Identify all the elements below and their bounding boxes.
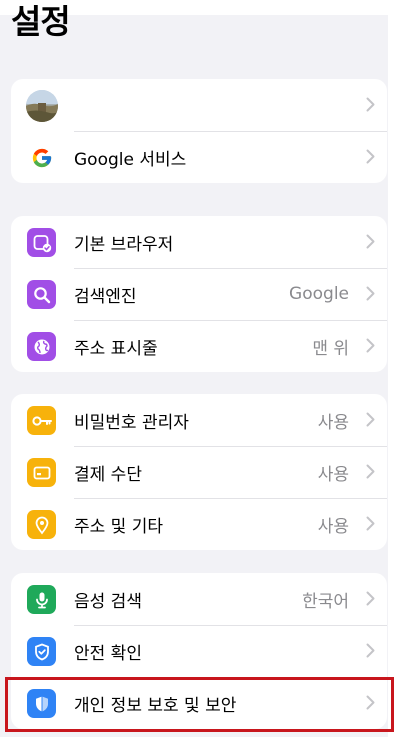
default-browser-icon — [27, 228, 56, 257]
page-title: 설정 — [11, 2, 71, 41]
voice-search-value: 한국어 — [302, 591, 349, 612]
privacy-security-label: 개인 정보 보호 및 보안 — [74, 695, 237, 716]
safety-check-label: 안전 확인 — [74, 643, 142, 664]
microphone-icon — [27, 585, 56, 614]
privacy-shield-icon — [27, 689, 56, 718]
chevron-right-icon — [366, 516, 375, 531]
credit-card-icon — [27, 458, 56, 487]
password-manager-label: 비밀번호 관리자 — [74, 412, 189, 433]
password-manager-row[interactable]: 비밀번호 관리자 사용 — [11, 394, 387, 446]
addresses-label: 주소 및 기타 — [74, 516, 164, 537]
search-engine-row[interactable]: 검색엔진 Google — [11, 268, 387, 320]
address-bar-value: 맨 위 — [312, 338, 349, 359]
search-engine-label: 검색엔진 — [74, 286, 137, 307]
safety-check-row[interactable]: 안전 확인 — [11, 625, 387, 677]
payment-methods-row[interactable]: 결제 수단 사용 — [11, 446, 387, 498]
payment-methods-label: 결제 수단 — [74, 464, 142, 485]
addresses-value: 사용 — [317, 516, 349, 537]
password-manager-value: 사용 — [317, 412, 349, 433]
location-pin-icon — [27, 510, 56, 539]
chevron-right-icon — [366, 286, 375, 301]
avatar — [26, 90, 58, 122]
shield-check-icon — [27, 637, 56, 666]
chevron-right-icon — [366, 338, 375, 353]
autofill-group: 비밀번호 관리자 사용 결제 수단 사용 주소 및 기타 사용 — [11, 394, 387, 550]
voice-search-label: 음성 검색 — [74, 591, 142, 612]
search-icon — [27, 280, 56, 309]
chevron-right-icon — [366, 412, 375, 427]
chevron-right-icon — [366, 234, 375, 249]
chevron-right-icon — [366, 149, 375, 164]
globe-icon — [27, 332, 56, 361]
search-engine-value: Google — [289, 284, 349, 304]
chevron-right-icon — [366, 695, 375, 710]
default-browser-label: 기본 브라우저 — [74, 234, 174, 255]
key-icon — [27, 406, 56, 435]
payment-methods-value: 사용 — [317, 464, 349, 485]
google-services-row[interactable]: Google 서비스 — [11, 131, 387, 183]
chevron-right-icon — [366, 591, 375, 606]
chevron-right-icon — [366, 97, 375, 112]
google-services-label: Google 서비스 — [74, 149, 187, 170]
chevron-right-icon — [366, 643, 375, 658]
default-browser-row[interactable]: 기본 브라우저 — [11, 216, 387, 268]
chevron-right-icon — [366, 464, 375, 479]
privacy-group: 음성 검색 한국어 안전 확인 개인 정보 보호 및 보안 — [11, 573, 387, 729]
privacy-security-row[interactable]: 개인 정보 보호 및 보안 — [11, 677, 387, 729]
account-row[interactable] — [11, 79, 387, 131]
google-g-icon — [27, 143, 56, 172]
addresses-row[interactable]: 주소 및 기타 사용 — [11, 498, 387, 550]
browser-group: 기본 브라우저 검색엔진 Google 주소 표시줄 맨 위 — [11, 216, 387, 372]
voice-search-row[interactable]: 음성 검색 한국어 — [11, 573, 387, 625]
account-group: Google 서비스 — [11, 79, 387, 183]
address-bar-label: 주소 표시줄 — [74, 338, 158, 359]
address-bar-row[interactable]: 주소 표시줄 맨 위 — [11, 320, 387, 372]
